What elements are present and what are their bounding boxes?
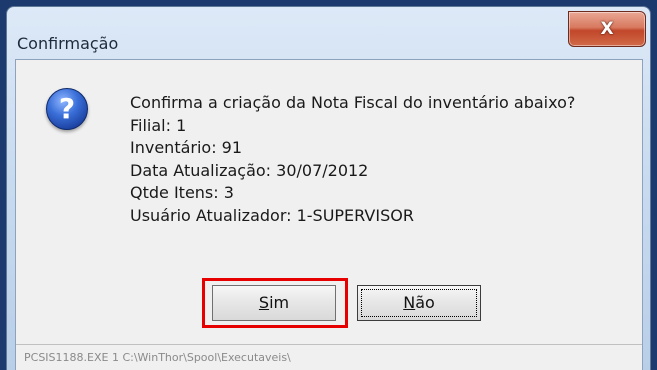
message-line-question: Confirma a criação da Nota Fiscal do inv… (130, 93, 576, 112)
message-line-filial: Filial: 1 (130, 115, 187, 135)
status-bar: PCSIS1188.EXE 1 C:\WinThor\Spool\Executa… (16, 344, 642, 370)
dialog-message: Confirma a criação da Nota Fiscal do inv… (130, 92, 575, 227)
window-title: Confirmação (17, 34, 119, 53)
status-bar-path: PCSIS1188.EXE 1 C:\WinThor\Spool\Executa… (24, 351, 291, 364)
question-icon: ? (46, 88, 88, 130)
yes-button-mnemonic: S (258, 293, 270, 312)
close-button[interactable]: X (568, 11, 646, 47)
message-line-data-atualizacao: Data Atualização: 30/07/2012 (130, 160, 369, 180)
yes-button-label-rest: im (269, 293, 290, 312)
title-bar[interactable]: Confirmação X (7, 7, 650, 59)
message-line-usuario: Usuário Atualizador: 1-SUPERVISOR (130, 205, 414, 225)
yes-button[interactable]: Sim (212, 285, 336, 321)
no-button[interactable]: Não (357, 285, 481, 321)
message-line-qtde-itens: Qtde Itens: 3 (130, 183, 234, 202)
message-line-inventario: Inventário: 91 (130, 138, 243, 157)
dialog-body: ? Confirma a criação da Nota Fiscal do i… (15, 59, 643, 370)
question-mark-glyph: ? (58, 92, 76, 125)
no-button-mnemonic: N (403, 293, 416, 312)
no-button-label-rest: ão (415, 293, 435, 312)
close-icon: X (600, 19, 614, 39)
confirmation-dialog-window: Confirmação X ? Confirma a criação da No… (6, 6, 651, 370)
